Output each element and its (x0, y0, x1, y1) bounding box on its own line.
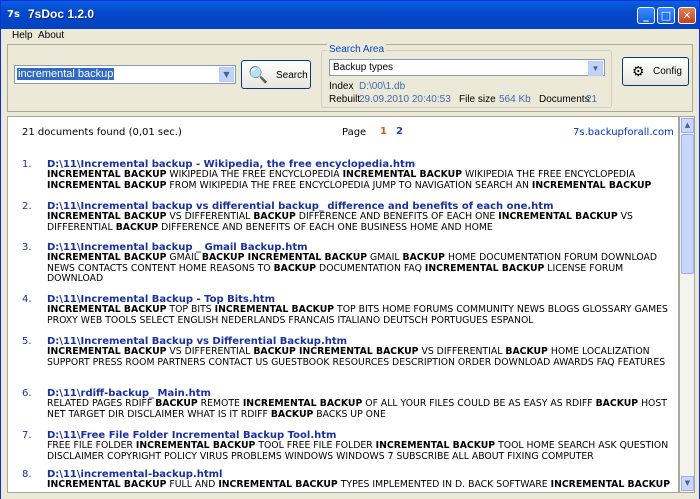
filesize-label: File size (459, 94, 496, 105)
result-number: 2. (22, 201, 32, 212)
maximize-button[interactable]: □ (657, 7, 675, 24)
index-value: D:\00\1.db (359, 81, 406, 92)
page-link-current[interactable]: 1 (380, 126, 387, 137)
status-bar (1, 493, 699, 499)
app-icon: 7s (7, 9, 20, 20)
scroll-thumb[interactable] (681, 134, 694, 274)
window-title: 7sDoc 1.2.0 (28, 7, 95, 21)
chevron-down-icon[interactable]: ▼ (588, 61, 603, 76)
rebuilt-value: 29.09.2010 20:40:53 (359, 94, 451, 105)
config-icon: ⚙ (632, 63, 645, 79)
title-bar[interactable]: 7s 7sDoc 1.2.0 _ □ ✕ (1, 1, 699, 29)
magnifier-icon: 🔍 (248, 67, 268, 84)
result-snippet: INCREMENTAL BACKUP GMAIL BACKUP INCREMEN… (47, 252, 658, 285)
result-snippet: INCREMENTAL BACKUP VS DIFFERENTIAL BACKU… (47, 211, 633, 233)
rebuilt-label: Rebuilt (329, 94, 361, 105)
query-input[interactable]: incremental backup (17, 68, 115, 80)
search-area-label: Search Area (327, 44, 387, 55)
result-number: 6. (22, 388, 32, 399)
results-pane: 21 documents found (0,01 sec.) Page 1 2 … (7, 116, 679, 493)
result-number: 8. (22, 469, 32, 480)
documents-value: 21 (586, 94, 598, 105)
menu-help[interactable]: Help (12, 30, 33, 41)
filesize-value: 564 Kb (499, 94, 531, 105)
menu-about[interactable]: About (38, 30, 64, 41)
page-label: Page (342, 127, 367, 138)
results-count: 21 documents found (0,01 sec.) (22, 127, 182, 138)
search-area-group: Search Area Backup types ▼ Index D:\00\1… (321, 44, 612, 108)
close-button[interactable]: ✕ (678, 7, 696, 24)
minimize-button[interactable]: _ (637, 7, 655, 24)
query-combobox[interactable]: incremental backup ▼ (14, 65, 236, 84)
config-button[interactable]: ⚙ Config (622, 57, 689, 86)
scroll-down-icon[interactable]: ▼ (681, 476, 694, 491)
result-snippet: RELATED PAGES RDIFF BACKUP REMOTE INCREM… (47, 398, 667, 420)
vertical-scrollbar[interactable]: ▲ ▼ (679, 116, 695, 493)
chevron-down-icon[interactable]: ▼ (219, 67, 234, 82)
result-snippet: INCREMENTAL BACKUP WIKIPEDIA THE FREE EN… (47, 169, 652, 191)
result-number: 3. (22, 242, 32, 253)
result-snippet: INCREMENTAL BACKUP VS DIFFERENTIAL BACKU… (47, 346, 666, 368)
config-button-label: Config (653, 66, 682, 77)
documents-label: Documents (539, 94, 590, 105)
scroll-up-icon[interactable]: ▲ (681, 118, 694, 133)
result-snippet: FREE FILE FOLDER INCREMENTAL BACKUP TOOL… (47, 440, 669, 462)
search-button-label: Search (276, 70, 308, 81)
result-snippet: INCREMENTAL BACKUP FULL AND INCREMENTAL … (47, 479, 671, 490)
app-window: 7s 7sDoc 1.2.0 _ □ ✕ Help About incremen… (0, 0, 700, 499)
result-snippet: INCREMENTAL BACKUP TOP BITS INCREMENTAL … (47, 304, 668, 326)
search-toolbar: incremental backup ▼ 🔍 Search Search Are… (7, 44, 693, 112)
index-label: Index (329, 81, 354, 92)
page-link-next[interactable]: 2 (396, 126, 403, 137)
menu-bar: Help About (1, 29, 699, 44)
result-number: 1. (22, 159, 32, 170)
search-area-combobox[interactable]: Backup types ▼ (329, 59, 605, 76)
search-area-value: Backup types (333, 62, 394, 73)
site-link[interactable]: 7s.backupforall.com (573, 127, 674, 138)
result-number: 4. (22, 294, 32, 305)
search-button[interactable]: 🔍 Search (241, 60, 311, 89)
result-number: 7. (22, 430, 32, 441)
result-number: 5. (22, 336, 32, 347)
